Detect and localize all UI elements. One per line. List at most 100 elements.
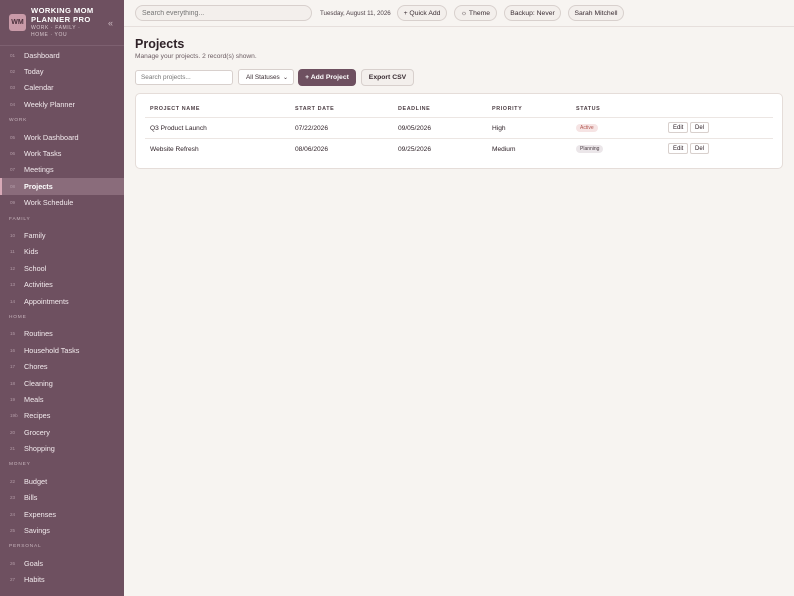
sidebar-item-goals[interactable]: 26 Goals [0, 555, 124, 571]
nav-number: 18 [10, 380, 16, 386]
sidebar-item-school[interactable]: 12 School [0, 260, 124, 276]
sidebar-item-grocery[interactable]: 20 Grocery [0, 424, 124, 440]
brand-tagline-line1: WORK · FAMILY · [31, 24, 81, 31]
sidebar-item-calendar[interactable]: 03 Calendar [0, 80, 124, 96]
nav-number: 07 [10, 167, 16, 173]
export-csv-button[interactable]: Export CSV [361, 69, 414, 86]
project-name-cell: Q3 Product Launch [150, 125, 207, 132]
sidebar-item-recipes[interactable]: 19b Recipes [0, 408, 124, 424]
sidebar-item-label: Meals [24, 394, 44, 404]
main-content: Projects Manage your projects. 2 record(… [124, 27, 794, 596]
project-name-cell: Website Refresh [150, 146, 199, 153]
nav-number: 03 [10, 85, 16, 91]
sidebar-item-label: Kids [24, 247, 39, 257]
table-row[interactable]: Website Refresh 08/06/2026 09/25/2026 Me… [145, 138, 773, 159]
sidebar-item-label: Activities [24, 280, 53, 290]
sidebar-item-work-schedule[interactable]: 09 Work Schedule [0, 195, 124, 211]
sidebar-item-label: Goals [24, 558, 44, 568]
sidebar-item-label: Household Tasks [24, 345, 80, 355]
status-filter-select[interactable]: All Statuses ⌄ [238, 69, 294, 85]
nav-number: 01 [10, 52, 16, 58]
sidebar-item-work-dashboard[interactable]: 05 Work Dashboard [0, 129, 124, 145]
column-header-deadline: DEADLINE [398, 106, 431, 112]
sidebar-item-expenses[interactable]: 24 Expenses [0, 506, 124, 522]
nav-number: 02 [10, 69, 16, 75]
brand-text: WORKING MOM PLANNER PRO WORK · FAMILY · … [31, 6, 94, 38]
edit-button[interactable]: Edit [668, 122, 689, 133]
quick-add-button[interactable]: + Quick Add [397, 5, 447, 21]
sidebar-item-appointments[interactable]: 14 Appointments [0, 293, 124, 309]
sidebar-item-bills[interactable]: 23 Bills [0, 490, 124, 506]
delete-button[interactable]: Del [690, 122, 710, 133]
add-project-button[interactable]: + Add Project [298, 69, 356, 86]
theme-button[interactable]: ☼ Theme [454, 5, 497, 21]
nav-number: 23 [10, 495, 16, 501]
sidebar-item-cleaning[interactable]: 18 Cleaning [0, 375, 124, 391]
sidebar-item-meals[interactable]: 19 Meals [0, 391, 124, 407]
sidebar-item-label: Dashboard [24, 50, 60, 60]
column-header-priority: PRIORITY [492, 106, 523, 112]
sidebar-item-routines[interactable]: 15 Routines [0, 326, 124, 342]
sidebar-section-money: MONEY [9, 462, 31, 468]
sidebar-item-label: Bills [24, 493, 38, 503]
page-title: Projects [135, 37, 185, 51]
brand-name-line2: PLANNER PRO [31, 14, 91, 24]
sidebar-item-habits[interactable]: 27 Habits [0, 572, 124, 588]
nav-number: 20 [10, 429, 16, 435]
nav-number: 15 [10, 331, 16, 337]
sidebar-item-label: Cleaning [24, 378, 53, 388]
backup-button[interactable]: Backup: Never [504, 5, 561, 21]
sidebar-item-label: Family [24, 230, 46, 240]
status-badge: Planning [576, 145, 604, 153]
sidebar-item-today[interactable]: 02 Today [0, 63, 124, 79]
sidebar-item-weekly-planner[interactable]: 04 Weekly Planner [0, 96, 124, 112]
nav-number: 26 [10, 560, 16, 566]
sidebar-item-activities[interactable]: 13 Activities [0, 276, 124, 292]
sidebar-item-label: Appointments [24, 296, 69, 306]
sidebar-item-chores[interactable]: 17 Chores [0, 358, 124, 374]
edit-button[interactable]: Edit [668, 143, 689, 154]
nav-number: 21 [10, 446, 16, 452]
nav-number: 27 [10, 577, 16, 583]
sidebar-item-shopping[interactable]: 21 Shopping [0, 440, 124, 456]
sidebar-item-work-tasks[interactable]: 06 Work Tasks [0, 145, 124, 161]
sidebar-item-family[interactable]: 10 Family [0, 227, 124, 243]
sidebar-item-household-tasks[interactable]: 16 Household Tasks [0, 342, 124, 358]
brand: WM WORKING MOM PLANNER PRO WORK · FAMILY… [0, 0, 124, 46]
table-row[interactable]: Q3 Product Launch 07/22/2026 09/05/2026 … [145, 117, 773, 138]
deadline-cell: 09/25/2026 [398, 146, 432, 153]
nav-number: 16 [10, 347, 16, 353]
projects-table: PROJECT NAME START DATE DEADLINE PRIORIT… [135, 93, 783, 169]
nav-number: 25 [10, 528, 16, 534]
nav-number: 04 [10, 101, 16, 107]
sidebar-item-label: Work Dashboard [24, 132, 79, 142]
sidebar-item-label: Savings [24, 526, 50, 536]
app-logo: WM [9, 14, 26, 31]
collapse-sidebar-icon[interactable]: « [108, 18, 113, 28]
sidebar-nav: 01 Dashboard 02 Today 03 Calendar 04 Weekly … [0, 47, 124, 588]
start-date-cell: 07/22/2026 [295, 125, 329, 132]
sidebar-item-savings[interactable]: 25 Savings [0, 522, 124, 538]
sidebar-item-meetings[interactable]: 07 Meetings [0, 162, 124, 178]
column-header-start-date: START DATE [295, 106, 335, 112]
search-projects-input[interactable] [135, 70, 233, 85]
sidebar-item-label: Projects [24, 181, 53, 191]
sidebar-item-dashboard[interactable]: 01 Dashboard [0, 47, 124, 63]
sidebar-section-home: HOME [9, 314, 27, 320]
nav-number: 05 [10, 134, 16, 140]
sidebar-section-personal: PERSONAL [9, 544, 42, 550]
sidebar-item-label: Weekly Planner [24, 99, 75, 109]
global-search-input[interactable] [135, 5, 312, 21]
sidebar-item-label: Routines [24, 329, 53, 339]
sidebar: WM WORKING MOM PLANNER PRO WORK · FAMILY… [0, 0, 124, 596]
brand-tagline-line2: HOME · YOU [31, 31, 68, 38]
status-badge: Active [576, 124, 598, 132]
sidebar-item-budget[interactable]: 22 Budget [0, 473, 124, 489]
user-menu-button[interactable]: Sarah Mitchell [568, 5, 624, 21]
page-subtitle: Manage your projects. 2 record(s) shown. [135, 53, 257, 60]
nav-number: 09 [10, 200, 16, 206]
sidebar-item-kids[interactable]: 11 Kids [0, 244, 124, 260]
chevron-down-icon: ⌄ [282, 75, 288, 81]
sidebar-item-projects[interactable]: 08 Projects [0, 178, 124, 195]
delete-button[interactable]: Del [690, 143, 710, 154]
